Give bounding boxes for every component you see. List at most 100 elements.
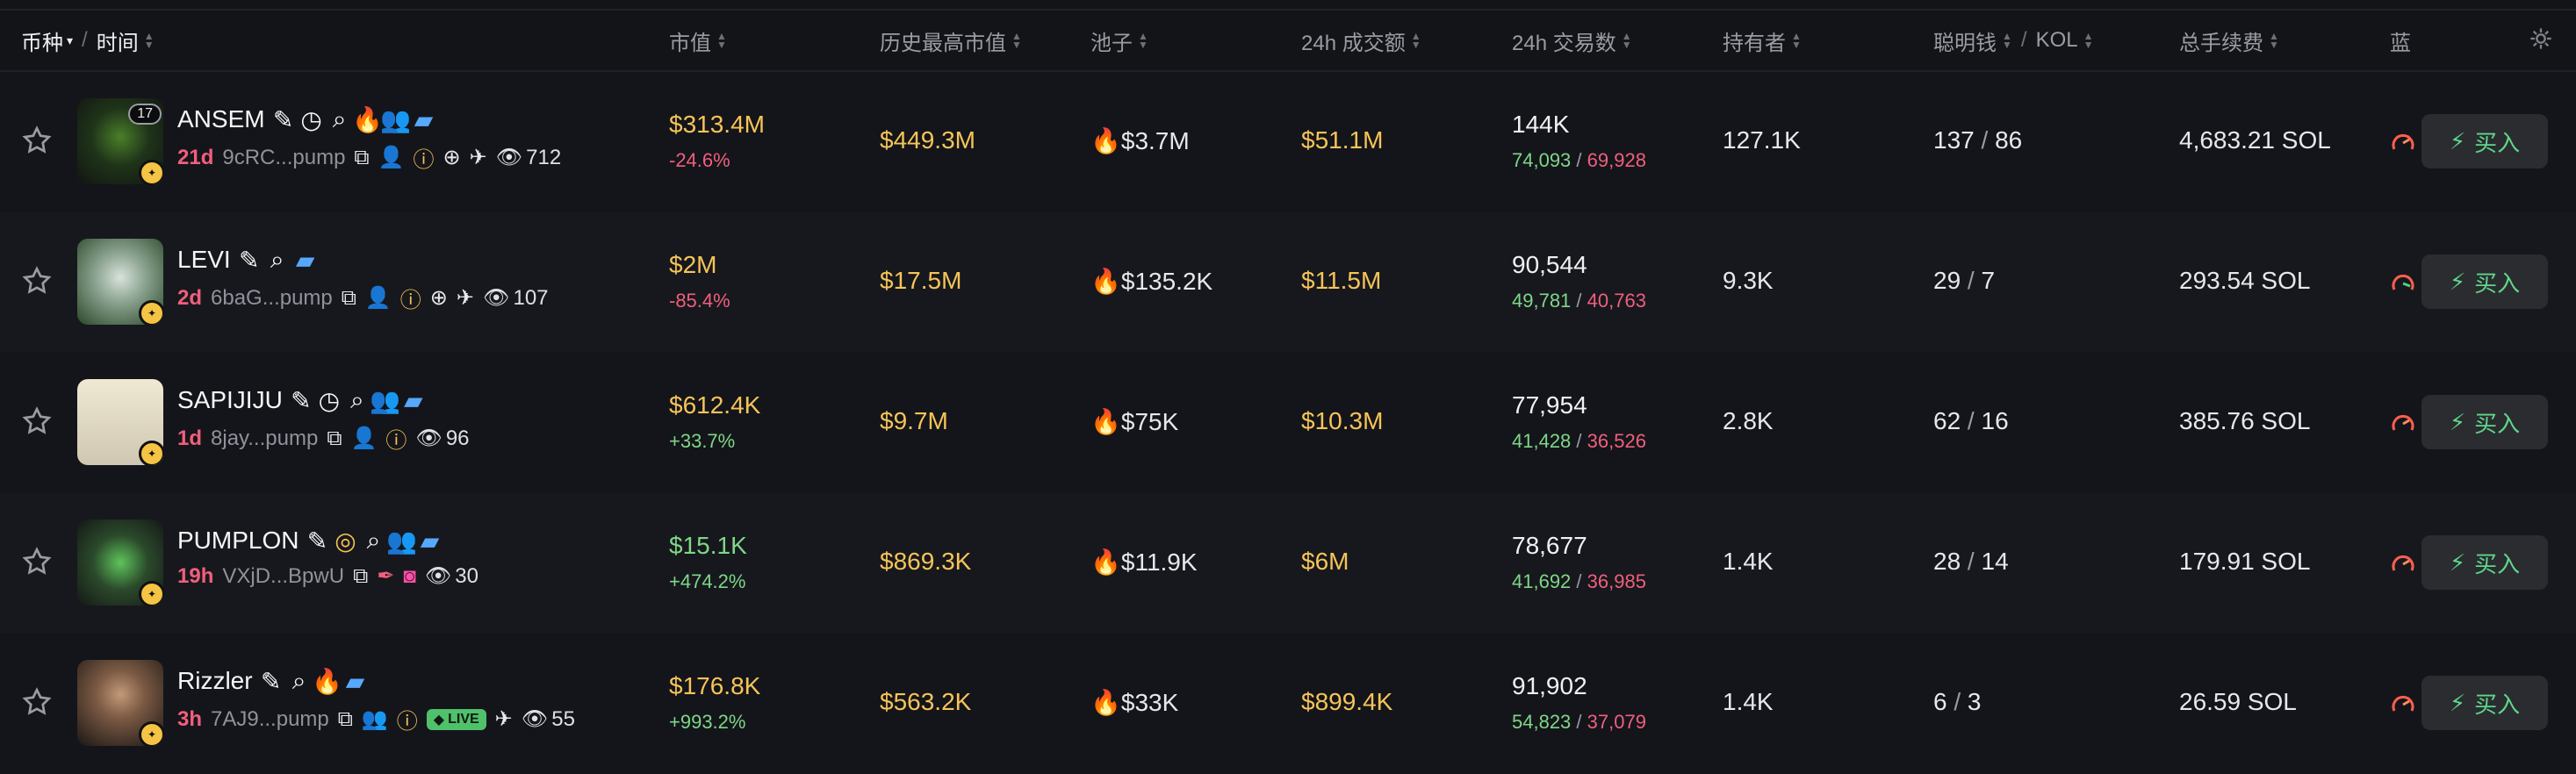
instagram-icon[interactable]: ◙ bbox=[403, 564, 416, 589]
star-icon[interactable] bbox=[21, 546, 53, 577]
token-subline: 1d 8jay...pump ⧉ 👤 ⓘ 👁 96 bbox=[177, 423, 470, 454]
star-icon[interactable] bbox=[21, 265, 53, 297]
token-address[interactable]: 9cRC...pump bbox=[222, 146, 345, 170]
search-icon[interactable]: ⌕ bbox=[290, 667, 309, 694]
token-address[interactable]: 8jay...pump bbox=[211, 426, 318, 451]
ath-market-cap: $449.3M bbox=[880, 126, 975, 154]
market-cap-change: -24.6% bbox=[669, 149, 730, 171]
user-icon[interactable]: 👤 bbox=[378, 145, 405, 170]
search-icon[interactable]: ⌕ bbox=[348, 386, 367, 413]
users-icon: 👥 bbox=[386, 527, 417, 555]
feather-icon[interactable]: ✒ bbox=[377, 563, 394, 589]
lightning-icon: ⚡ bbox=[2449, 548, 2466, 576]
sort-icon: ▲ ▼ bbox=[1011, 30, 1022, 51]
sort-ath-button[interactable]: 历史最高市值 ▲ ▼ bbox=[880, 11, 1022, 70]
buy-button[interactable]: ⚡ 买入 bbox=[2421, 114, 2548, 168]
avatar[interactable]: ✦ bbox=[77, 239, 163, 325]
search-icon[interactable]: ⌕ bbox=[363, 527, 383, 554]
buy-button[interactable]: ⚡ 买入 bbox=[2421, 254, 2548, 309]
sort-holders-button[interactable]: 持有者 ▲ ▼ bbox=[1723, 11, 1802, 70]
sort-fees-button[interactable]: 总手续费 ▲ ▼ bbox=[2179, 11, 2279, 70]
eye-icon: 👁 bbox=[495, 146, 523, 169]
table-row[interactable]: ✦ SAPIJIJU ✎ ◷ ⌕ 👥 ▰ 1d 8jay...pump ⧉ 👤 … bbox=[0, 353, 2576, 493]
sort-txns-button[interactable]: 24h 交易数 ▲ ▼ bbox=[1512, 11, 1632, 70]
pump-badge-icon: ✦ bbox=[139, 721, 163, 746]
user-icon[interactable]: 👤 bbox=[365, 285, 392, 311]
buy-button[interactable]: ⚡ 买入 bbox=[2421, 395, 2548, 449]
token-address[interactable]: 7AJ9...pump bbox=[211, 707, 329, 732]
volume-header: 24h 成交额 bbox=[1301, 31, 1406, 55]
search-icon[interactable]: ⌕ bbox=[268, 246, 287, 273]
globe-icon[interactable]: ⊕ bbox=[443, 145, 460, 170]
warning-icon: ⓘ bbox=[385, 429, 407, 453]
token-name[interactable]: Rizzler bbox=[177, 667, 253, 695]
star-icon[interactable] bbox=[21, 125, 53, 156]
token-name[interactable]: LEVI bbox=[177, 246, 231, 274]
table-row[interactable]: ✦ Rizzler ✎ ⌕ 🔥 ▰ 3h 7AJ9...pump ⧉ 👥 ⓘ ◆… bbox=[0, 634, 2576, 774]
telegram-icon[interactable]: ✈ bbox=[457, 285, 474, 311]
ticket-icon: ▰ bbox=[420, 527, 440, 555]
copy-icon[interactable]: ⧉ bbox=[353, 564, 368, 589]
header-separator: / bbox=[82, 28, 88, 52]
token-address[interactable]: VXjD...BpwU bbox=[222, 564, 344, 589]
copy-icon[interactable]: ⧉ bbox=[338, 707, 353, 732]
gauge-icon bbox=[2392, 414, 2414, 431]
views: 👁 55 bbox=[522, 706, 575, 732]
copy-icon[interactable]: ⧉ bbox=[354, 146, 369, 170]
views-count: 30 bbox=[455, 563, 479, 588]
user-icon[interactable]: 👤 bbox=[350, 426, 377, 451]
telegram-icon[interactable]: ✈ bbox=[495, 706, 513, 732]
buy-button[interactable]: ⚡ 买入 bbox=[2421, 535, 2548, 590]
sort-smart-money-button[interactable]: 聪明钱 ▲ ▼ / KOL ▲ ▼ bbox=[1933, 11, 2093, 70]
views-count: 712 bbox=[526, 145, 562, 169]
buy-sell-split: 49,781 / 40,763 bbox=[1512, 290, 1646, 312]
table-row[interactable]: ✦ PUMPLON ✎ ◎ ⌕ 👥 ▰ 19h VXjD...BpwU ⧉ ✒ … bbox=[0, 493, 2576, 634]
pump-badge-icon: ✦ bbox=[139, 160, 163, 184]
volume-24h: $10.3M bbox=[1301, 407, 1384, 434]
pencil-icon[interactable]: ✎ bbox=[273, 106, 293, 133]
search-icon[interactable]: ⌕ bbox=[330, 105, 349, 133]
live-badge[interactable]: ◆ LIVE bbox=[426, 708, 486, 730]
txns-24h: 90,544 bbox=[1512, 251, 1587, 278]
sort-pool-button[interactable]: 池子 ▲ ▼ bbox=[1090, 11, 1148, 70]
token-age: 19h bbox=[177, 563, 214, 588]
token-name-row: PUMPLON ✎ ◎ ⌕ 👥 ▰ bbox=[177, 527, 439, 555]
top-divider bbox=[0, 0, 2576, 11]
token-name[interactable]: PUMPLON bbox=[177, 527, 299, 555]
gear-icon[interactable] bbox=[2523, 21, 2558, 56]
users-outline-icon[interactable]: 👥 bbox=[362, 706, 388, 732]
pencil-icon[interactable]: ✎ bbox=[307, 527, 327, 555]
pencil-icon[interactable]: ✎ bbox=[291, 387, 311, 414]
avatar[interactable]: ✦ bbox=[77, 520, 163, 606]
header-separator: / bbox=[2020, 28, 2027, 52]
eye-icon: 👁 bbox=[424, 564, 452, 588]
sort-icon: ▲ ▼ bbox=[2083, 30, 2094, 51]
sort-token-button[interactable]: 币种 ▾ / 时间 ▲ ▼ bbox=[21, 11, 155, 70]
clock-icon: ◷ bbox=[300, 105, 322, 133]
avatar[interactable]: 17 ✦ bbox=[77, 98, 163, 184]
star-icon[interactable] bbox=[21, 686, 53, 718]
globe-icon[interactable]: ⊕ bbox=[430, 285, 448, 311]
token-address[interactable]: 6baG...pump bbox=[211, 286, 333, 311]
pencil-icon[interactable]: ✎ bbox=[261, 668, 281, 695]
token-name[interactable]: SAPIJIJU bbox=[177, 386, 283, 414]
pump-badge-icon: ✦ bbox=[139, 441, 163, 465]
table-row[interactable]: 17 ✦ ANSEM ✎ ◷ ⌕ 🔥 👥 ▰ 21d 9cRC...pump ⧉… bbox=[0, 72, 2576, 212]
token-age: 21d bbox=[177, 145, 214, 169]
gauge-icon bbox=[2392, 133, 2414, 150]
avatar[interactable]: ✦ bbox=[77, 379, 163, 465]
copy-icon[interactable]: ⧉ bbox=[327, 426, 342, 451]
table-row[interactable]: ✦ LEVI ✎ ⌕ ▰ 2d 6baG...pump ⧉ 👤 ⓘ ⊕ ✈ 👁 1… bbox=[0, 212, 2576, 353]
coin-icon: ◎ bbox=[335, 527, 356, 555]
sort-market-cap-button[interactable]: 市值 ▲ ▼ bbox=[669, 11, 727, 70]
buy-button[interactable]: ⚡ 买入 bbox=[2421, 676, 2548, 730]
copy-icon[interactable]: ⧉ bbox=[342, 286, 356, 311]
telegram-icon[interactable]: ✈ bbox=[470, 145, 487, 170]
sort-volume-button[interactable]: 24h 成交额 ▲ ▼ bbox=[1301, 11, 1421, 70]
views: 👁 30 bbox=[425, 563, 479, 589]
ticket-icon: ▰ bbox=[404, 386, 423, 414]
token-name[interactable]: ANSEM bbox=[177, 105, 265, 133]
pencil-icon[interactable]: ✎ bbox=[239, 247, 259, 274]
avatar[interactable]: ✦ bbox=[77, 660, 163, 746]
star-icon[interactable] bbox=[21, 405, 53, 437]
